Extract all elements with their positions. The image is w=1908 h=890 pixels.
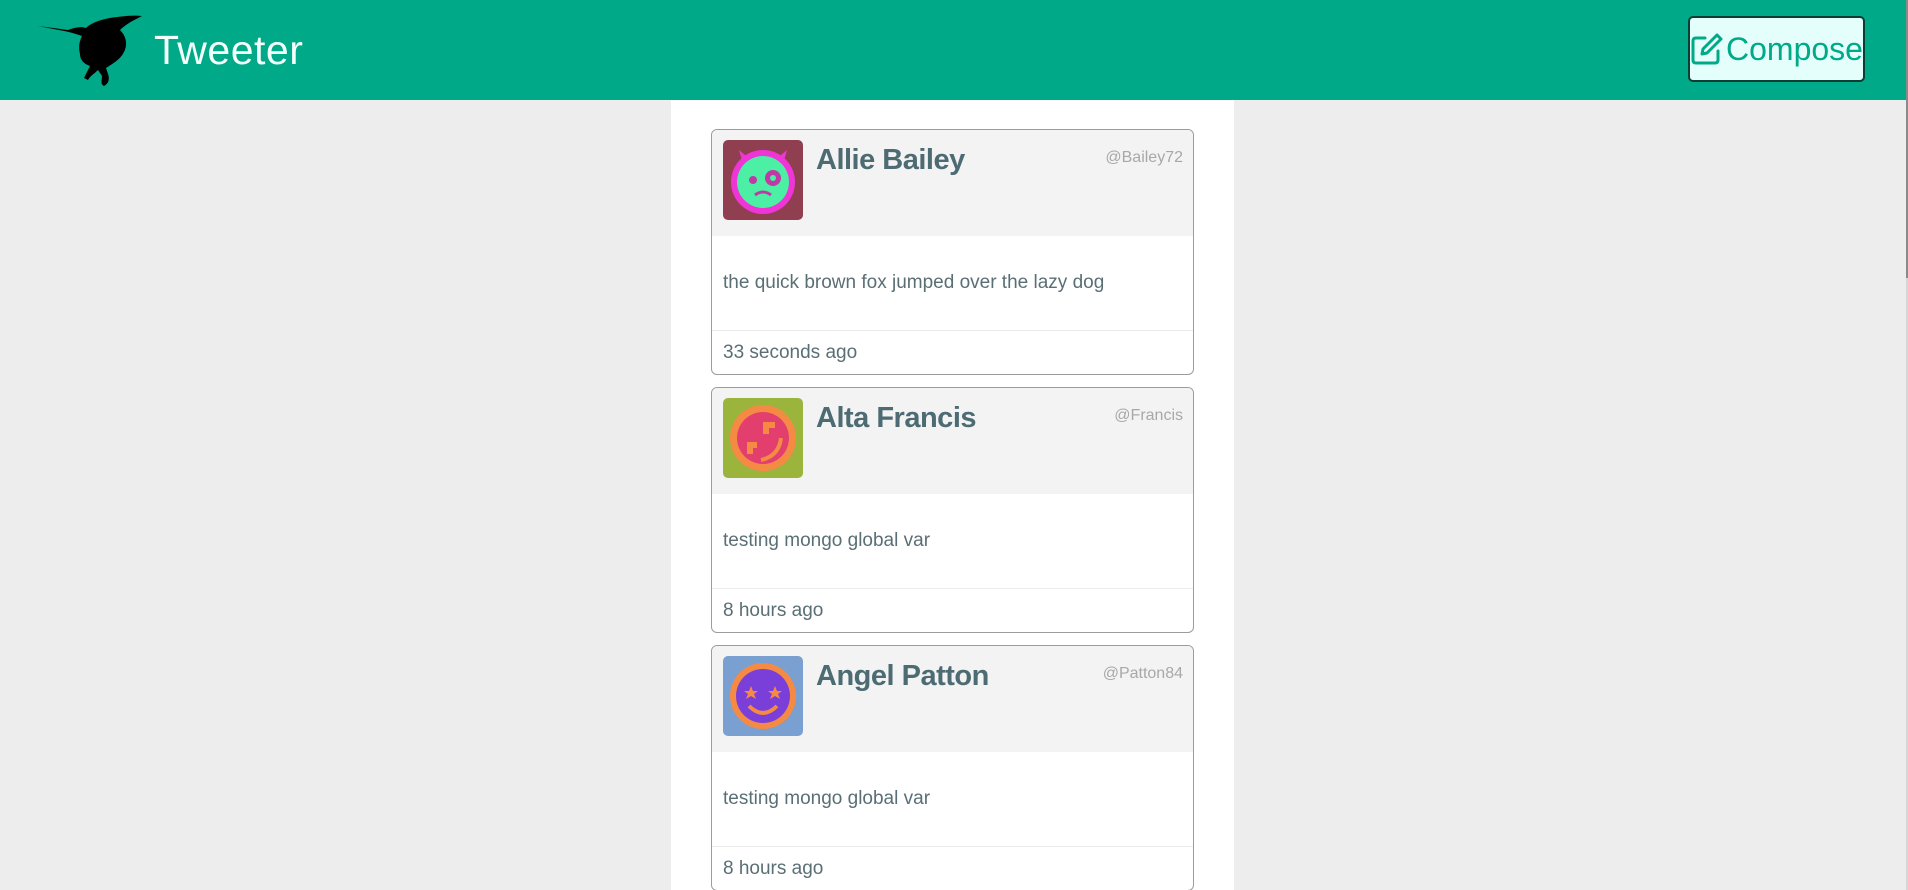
display-name: Alta Francis (816, 402, 977, 434)
tilted-face-avatar-icon (723, 398, 803, 478)
tweet-timestamp: 8 hours ago (723, 858, 824, 879)
tweet-header: Alta Francis @Francis (712, 388, 1193, 494)
tweet-feed: Allie Bailey @Bailey72 the quick brown f… (671, 100, 1234, 890)
star-eyes-face-avatar-icon (723, 656, 803, 736)
tweet-card: Alta Francis @Francis testing mongo glob… (711, 387, 1194, 633)
tweet-card: Allie Bailey @Bailey72 the quick brown f… (711, 129, 1194, 375)
tweet-footer: 8 hours ago (712, 846, 1193, 890)
compose-label: Compose (1726, 30, 1863, 67)
tweet-text: testing mongo global var (723, 530, 931, 551)
tweet-footer: 8 hours ago (712, 588, 1193, 632)
display-name: Allie Bailey (816, 144, 965, 176)
tweet-header: Allie Bailey @Bailey72 (712, 130, 1193, 236)
tweet-timestamp: 8 hours ago (723, 600, 824, 621)
avatar[interactable] (723, 398, 803, 478)
tweet-timestamp: 33 seconds ago (723, 342, 858, 363)
hummingbird-icon (38, 15, 142, 86)
tweet-text: testing mongo global var (723, 788, 931, 809)
compose-button[interactable]: Compose (1688, 16, 1865, 82)
brand[interactable]: Tweeter (38, 12, 303, 88)
tweet-text: the quick brown fox jumped over the lazy… (723, 272, 1105, 293)
user-handle: @Bailey72 (1105, 149, 1183, 166)
app-title: Tweeter (154, 26, 304, 73)
avatar[interactable] (723, 140, 803, 220)
devil-face-avatar-icon (723, 140, 803, 220)
avatar[interactable] (723, 656, 803, 736)
tweet-footer: 33 seconds ago (712, 330, 1193, 374)
user-handle: @Francis (1114, 407, 1183, 424)
display-name: Angel Patton (816, 660, 989, 692)
page: Tweeter Compose Allie Bailey @Bailey72 t… (0, 0, 1908, 890)
tweet-header: Angel Patton @Patton84 (712, 646, 1193, 752)
edit-icon (1691, 33, 1723, 65)
user-handle: @Patton84 (1102, 665, 1183, 682)
tweet-card: Angel Patton @Patton84 testing mongo glo… (711, 645, 1194, 890)
navbar: Tweeter Compose (0, 0, 1908, 100)
